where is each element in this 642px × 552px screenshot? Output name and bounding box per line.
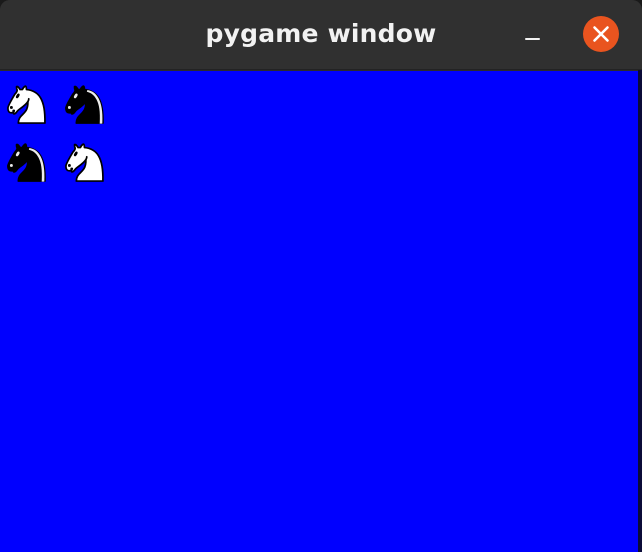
- white-knight-icon: [1, 78, 53, 130]
- minimize-icon: [525, 38, 540, 40]
- title-bar[interactable]: pygame window: [0, 0, 642, 70]
- minimize-button[interactable]: [516, 19, 550, 53]
- close-icon: [593, 26, 609, 42]
- window-edge: [638, 70, 642, 552]
- black-knight-icon: [1, 136, 53, 188]
- pygame-window: pygame window: [0, 0, 642, 552]
- game-canvas[interactable]: [0, 71, 638, 552]
- black-knight-icon: [59, 78, 111, 130]
- white-knight-icon: [59, 136, 111, 188]
- close-button[interactable]: [583, 16, 619, 52]
